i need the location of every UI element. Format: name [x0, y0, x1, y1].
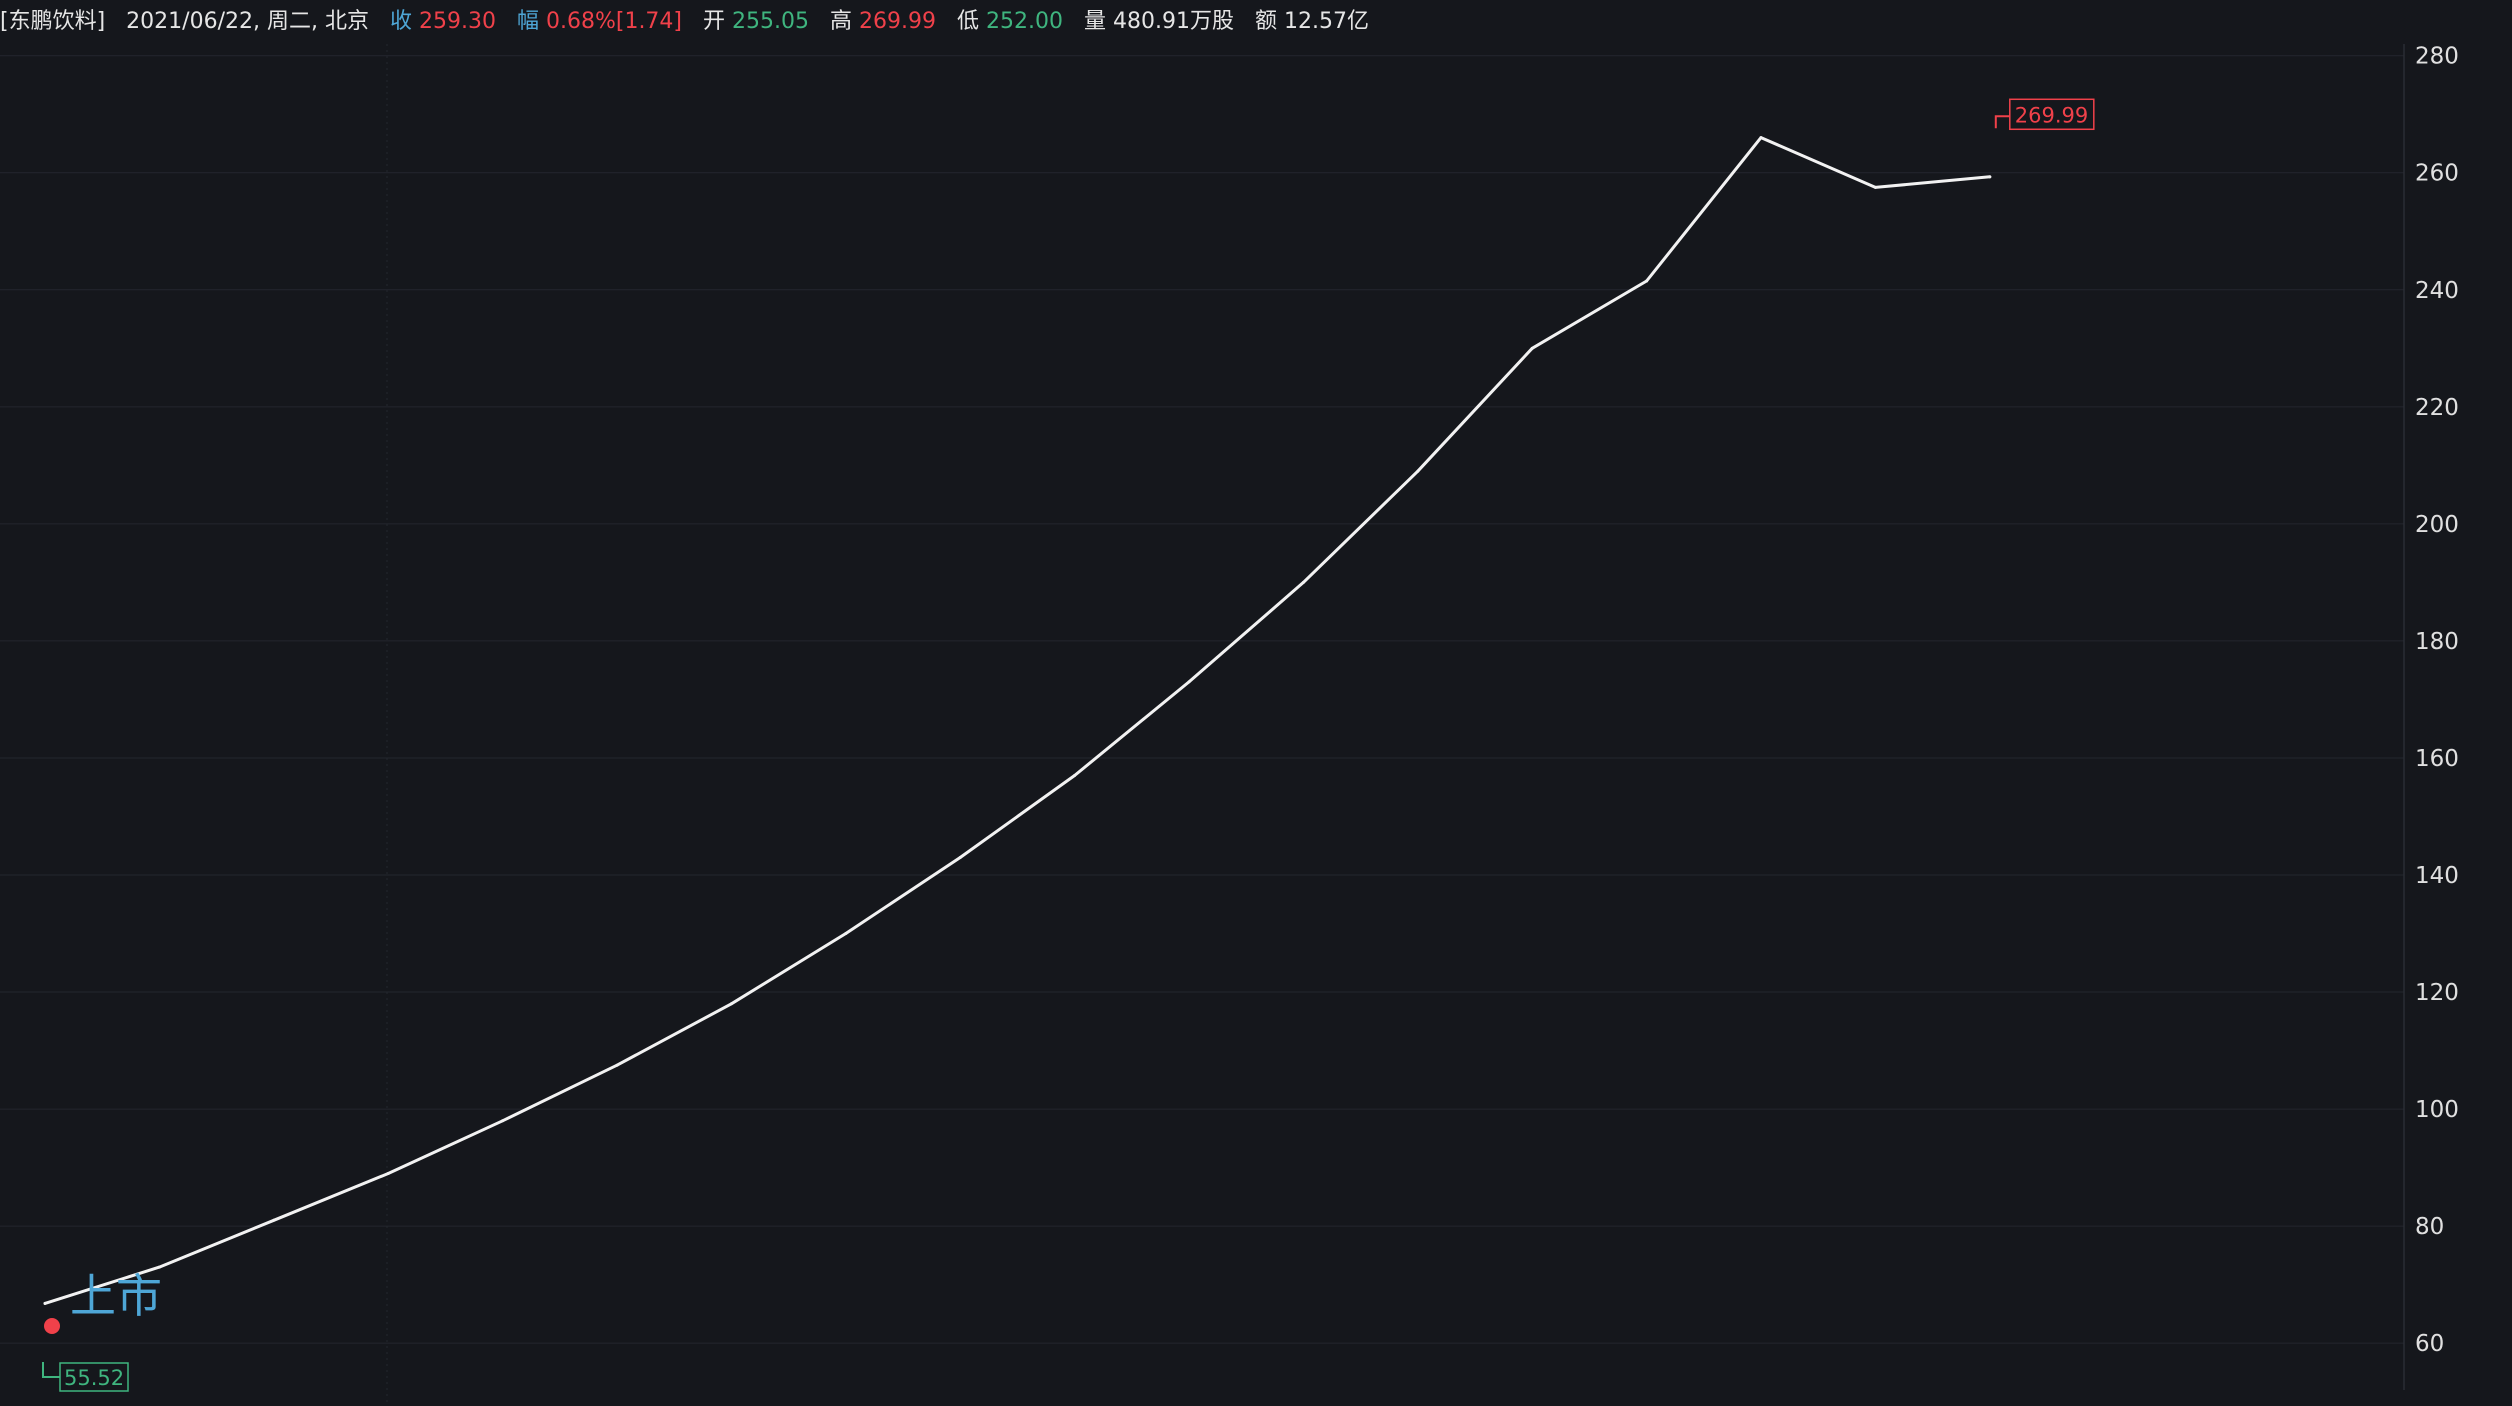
price-point-4 [501, 1119, 505, 1123]
ipo-event-label: 上市 [70, 1269, 162, 1323]
y-tick-label-120: 120 [2415, 980, 2459, 1006]
price-point-16 [1873, 185, 1877, 189]
y-tick-label-60: 60 [2415, 1331, 2444, 1357]
min-label-connector [42, 1362, 60, 1378]
price-point-6 [729, 1002, 733, 1006]
y-tick-label-80: 80 [2415, 1214, 2444, 1240]
y-tick-label-160: 160 [2415, 746, 2459, 772]
price-point-14 [1645, 279, 1649, 283]
price-point-17 [1988, 175, 1992, 179]
price-line [43, 136, 1992, 1305]
price-point-2 [272, 1218, 276, 1222]
y-tick-label-240: 240 [2415, 278, 2459, 304]
max-label-connector [1994, 115, 2010, 129]
y-tick-label-200: 200 [2415, 512, 2459, 538]
price-point-11 [1301, 580, 1305, 584]
y-tick-label-140: 140 [2415, 863, 2459, 889]
y-axis: 60 80 100 120 140 160 180 200 220 240 260 280 [2403, 44, 2459, 1390]
y-tick-label-180: 180 [2415, 629, 2459, 655]
price-point-0 [43, 1301, 47, 1305]
ipo-event-dot [44, 1318, 60, 1334]
chart-window: [东鹏饮料] 2021/06/22, 周二, 北京 收 259.30 幅 0.6… [0, 0, 2512, 1406]
price-line-series [43, 136, 1992, 1305]
chart-annotations: 269.99 55.52 上市 [42, 98, 2095, 1392]
price-chart[interactable]: 60 80 100 120 140 160 180 200 220 240 260 280 269.9… [0, 0, 2512, 1406]
price-point-8 [958, 855, 962, 859]
price-point-9 [1073, 774, 1077, 778]
price-point-12 [1416, 469, 1420, 473]
price-point-5 [615, 1063, 619, 1067]
y-tick-label-260: 260 [2415, 161, 2459, 187]
price-point-3 [386, 1171, 390, 1175]
y-tick-label-220: 220 [2415, 395, 2459, 421]
y-tick-label-280: 280 [2415, 44, 2459, 70]
max-price-label: 269.99 [2015, 103, 2088, 127]
price-point-7 [844, 932, 848, 936]
y-tick-label-100: 100 [2415, 1097, 2459, 1123]
price-point-13 [1530, 346, 1534, 350]
grid-lines [0, 44, 2404, 1406]
price-point-15 [1759, 136, 1763, 140]
price-point-10 [1187, 680, 1191, 684]
min-price-label: 55.52 [64, 1366, 124, 1390]
